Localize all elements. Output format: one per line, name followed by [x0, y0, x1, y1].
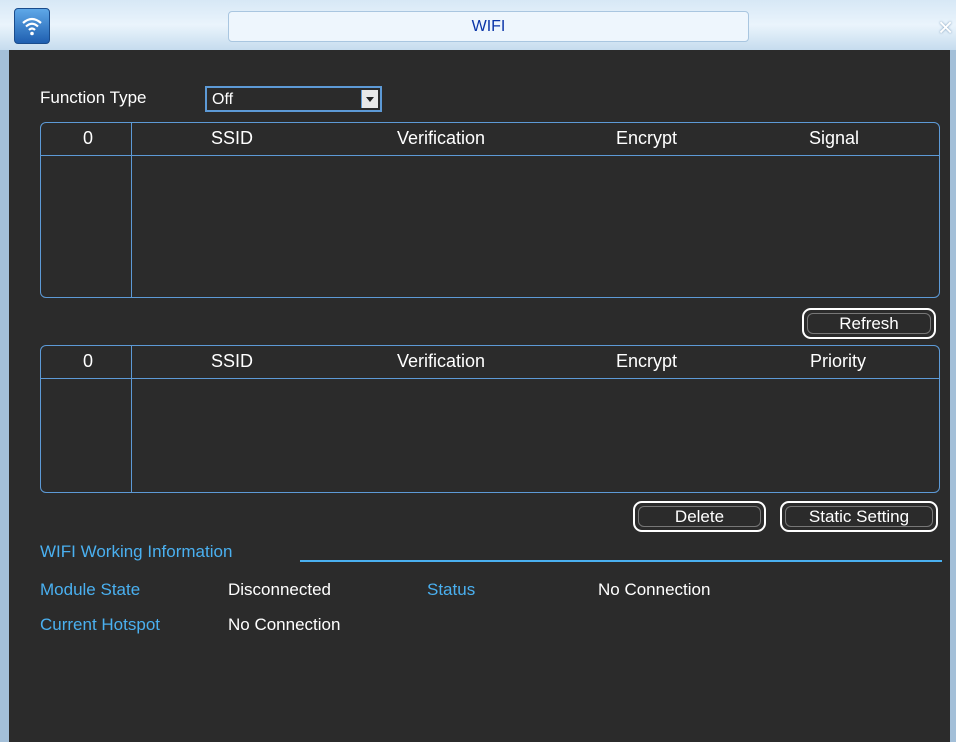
current-hotspot-value: No Connection [228, 615, 341, 634]
scan-col-index[interactable]: 0 [83, 128, 93, 149]
dropdown-arrow-icon[interactable] [361, 90, 378, 108]
close-icon[interactable]: × [938, 14, 956, 40]
window-title: WIFI [228, 11, 749, 42]
saved-col-encrypt[interactable]: Encrypt [616, 351, 677, 372]
saved-col-ssid[interactable]: SSID [211, 351, 253, 372]
wifi-window: WIFI × Function Type Off 0 SSID Verifica… [0, 0, 956, 742]
function-type-value: Off [212, 91, 234, 108]
static-setting-button[interactable]: Static Setting [780, 501, 938, 532]
scan-col-encrypt[interactable]: Encrypt [616, 128, 677, 149]
scan-col-verification[interactable]: Verification [397, 128, 485, 149]
info-divider [300, 560, 942, 562]
saved-col-priority[interactable]: Priority [810, 351, 866, 372]
scan-col-signal[interactable]: Signal [809, 128, 859, 149]
saved-networks-table[interactable]: 0 SSID Verification Encrypt Priority [40, 345, 940, 493]
saved-col-verification[interactable]: Verification [397, 351, 485, 372]
status-value: No Connection [598, 580, 711, 599]
info-section-heading: WIFI Working Information [40, 542, 233, 561]
column-divider [131, 123, 132, 297]
function-type-select[interactable]: Off [205, 86, 382, 112]
wifi-icon [14, 8, 50, 44]
refresh-button[interactable]: Refresh [802, 308, 936, 339]
scan-col-ssid[interactable]: SSID [211, 128, 253, 149]
current-hotspot-label: Current Hotspot [40, 615, 160, 634]
right-frame [950, 50, 956, 742]
scan-results-table[interactable]: 0 SSID Verification Encrypt Signal [40, 122, 940, 298]
scan-table-header [41, 123, 939, 156]
saved-table-header [41, 346, 939, 379]
module-state-label: Module State [40, 580, 141, 599]
function-type-label: Function Type [40, 88, 147, 107]
column-divider [131, 346, 132, 492]
module-state-value: Disconnected [228, 580, 332, 599]
delete-button[interactable]: Delete [633, 501, 766, 532]
saved-col-index[interactable]: 0 [83, 351, 93, 372]
status-label: Status [427, 580, 476, 599]
title-bar: WIFI × [0, 0, 956, 50]
